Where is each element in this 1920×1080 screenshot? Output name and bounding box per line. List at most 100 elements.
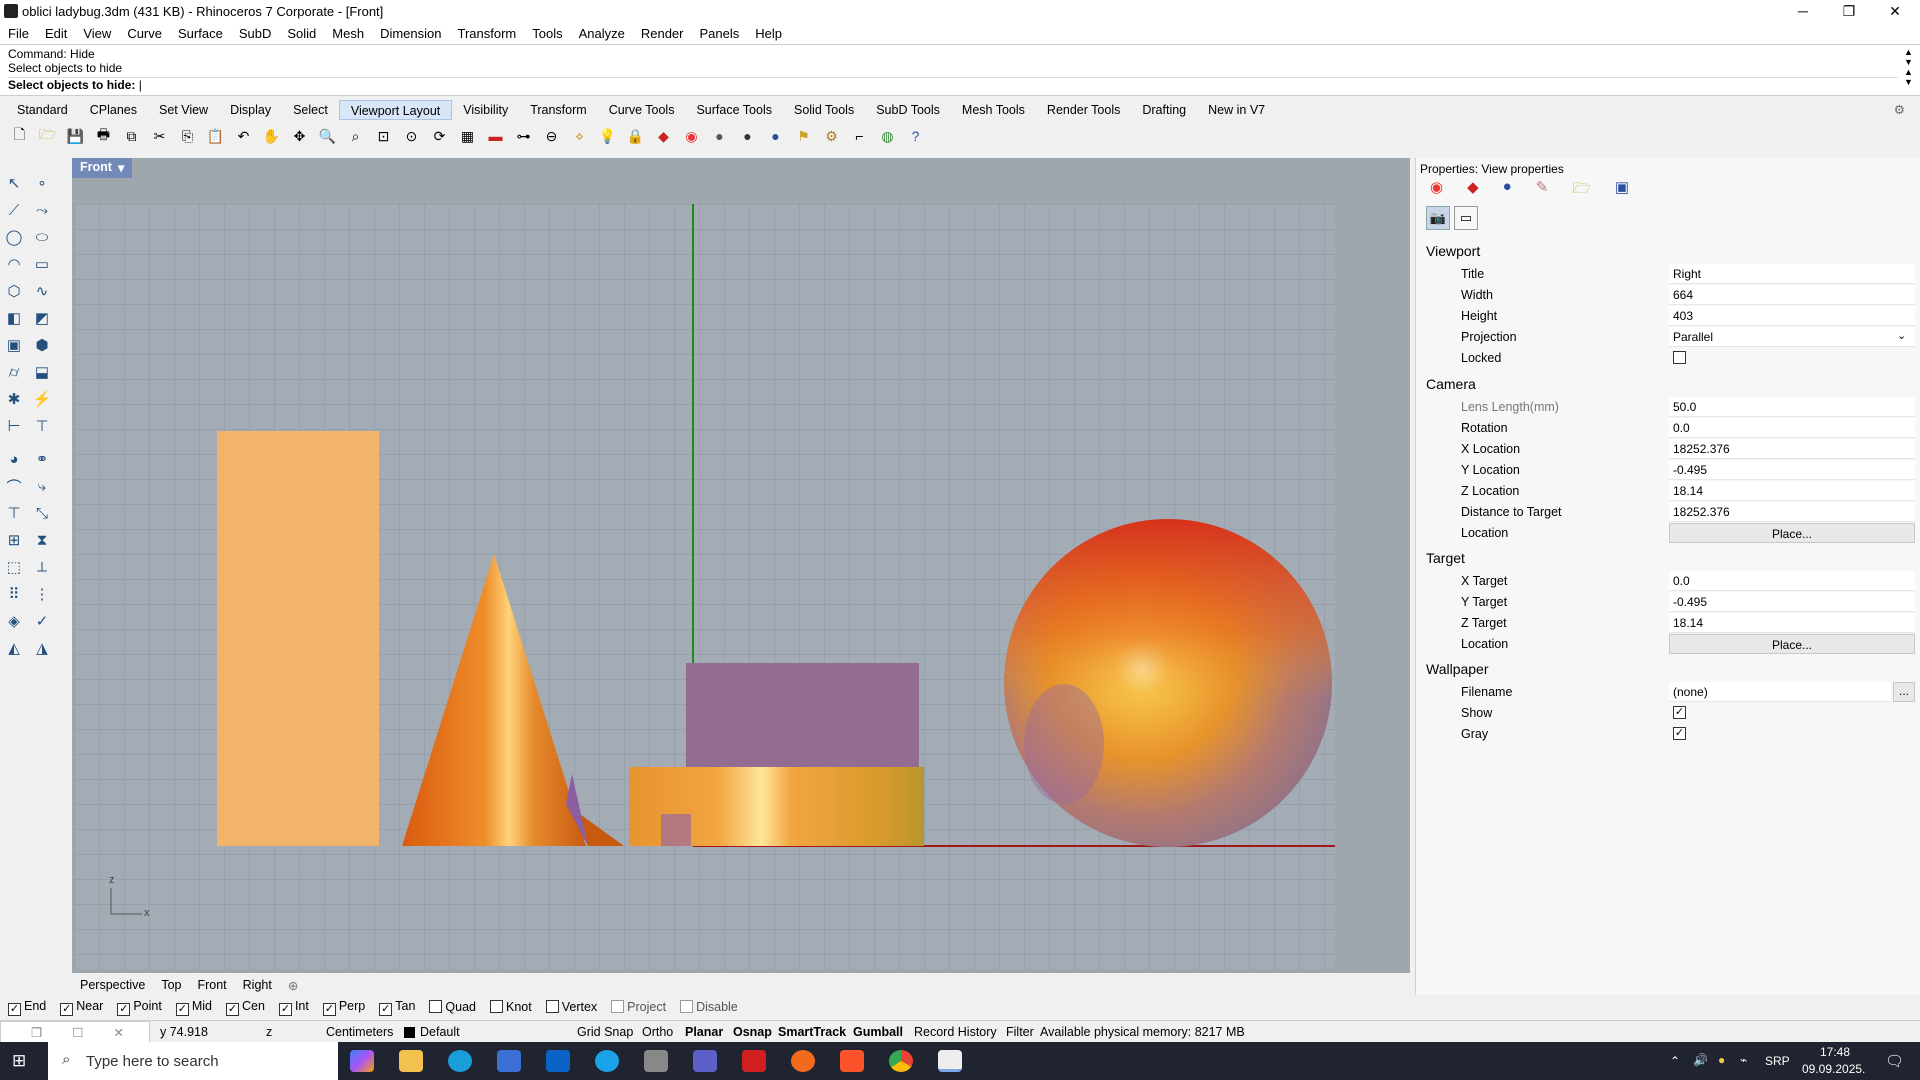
menu-mesh[interactable]: Mesh <box>324 26 372 41</box>
taskbar-search[interactable]: ⌕ Type here to search <box>48 1042 338 1080</box>
gear-icon[interactable]: ⚙ <box>1883 100 1916 120</box>
osnap-near[interactable]: ✓ Near <box>60 999 103 1016</box>
menu-help[interactable]: Help <box>747 26 790 41</box>
menu-transform[interactable]: Transform <box>449 26 524 41</box>
checkbox[interactable]: ✓ <box>8 1002 21 1016</box>
undo-icon[interactable]: ↶ <box>232 125 255 148</box>
viewport-tab-right[interactable]: Right <box>235 978 280 992</box>
lightbulb-icon[interactable]: 💡 <box>596 125 619 148</box>
new-icon[interactable]: 🗋 <box>8 125 31 148</box>
zoom-window-icon[interactable]: ⌕ <box>344 125 367 148</box>
help-icon[interactable]: ? <box>904 125 927 148</box>
freeform-icon[interactable]: ∿ <box>30 279 54 303</box>
filter-toggle[interactable]: Filter <box>1006 1025 1034 1039</box>
filename-field[interactable]: (none) <box>1669 682 1891 702</box>
tab-curve-tools[interactable]: Curve Tools <box>598 100 686 120</box>
solid-box-icon[interactable]: ⬚ <box>2 555 26 579</box>
layer-icon[interactable]: ◆ <box>652 125 675 148</box>
open-icon[interactable]: 🗁 <box>36 125 59 148</box>
clock-time[interactable]: 17:48 <box>1820 1045 1850 1059</box>
circle-icon[interactable]: ◯ <box>2 225 26 249</box>
osnap-project[interactable]: Project <box>611 1000 666 1014</box>
x-target-field[interactable]: 0.0 <box>1669 571 1915 591</box>
checkbox[interactable]: ✓ <box>226 1002 239 1016</box>
osnap-cen[interactable]: ✓ Cen <box>226 999 265 1016</box>
osnap-knot[interactable]: Knot <box>490 1000 532 1014</box>
rectangle-icon[interactable]: ▭ <box>30 252 54 276</box>
checkbox[interactable] <box>490 1000 503 1013</box>
checkbox[interactable]: ✓ <box>117 1002 131 1016</box>
menu-edit[interactable]: Edit <box>37 26 75 41</box>
menu-file[interactable]: File <box>0 26 37 41</box>
rotate-icon[interactable]: ✥ <box>288 125 311 148</box>
osnap-int[interactable]: ✓ Int <box>278 999 309 1016</box>
paste-icon[interactable]: 📋 <box>204 125 227 148</box>
gear-options-icon[interactable]: ⚙ <box>820 125 843 148</box>
app-icon[interactable] <box>644 1050 668 1072</box>
environment-tab-icon[interactable]: ● <box>1503 178 1512 203</box>
checkbox[interactable] <box>611 1000 625 1013</box>
checkbox[interactable] <box>545 1000 559 1013</box>
extrude-icon[interactable]: ⬓ <box>30 360 54 384</box>
tab-visibility[interactable]: Visibility <box>452 100 519 120</box>
ellipse-icon[interactable]: ⬭ <box>30 225 54 249</box>
teams-icon[interactable] <box>693 1050 717 1072</box>
tab-new-in-v7[interactable]: New in V7 <box>1197 100 1276 120</box>
y-target-field[interactable]: -0.495 <box>1669 592 1915 612</box>
tab-surface-tools[interactable]: Surface Tools <box>685 100 783 120</box>
solid-union-icon[interactable]: ⬢ <box>30 333 54 357</box>
file-explorer-icon[interactable] <box>399 1050 423 1072</box>
save-icon[interactable]: 💾 <box>64 125 87 148</box>
firefox-icon[interactable] <box>791 1050 815 1072</box>
tab-viewport-layout[interactable]: Viewport Layout <box>338 100 453 120</box>
chevron-down-icon[interactable]: ⌄ <box>1897 329 1906 342</box>
menu-dimension[interactable]: Dimension <box>372 26 449 41</box>
menu-surface[interactable]: Surface <box>170 26 231 41</box>
mesh-icon[interactable]: ✱ <box>2 387 26 411</box>
network-icon[interactable]: ⌁ <box>1740 1053 1747 1067</box>
menu-analyze[interactable]: Analyze <box>571 26 633 41</box>
outlook-icon[interactable] <box>546 1050 570 1072</box>
tab-select[interactable]: Select <box>282 100 339 120</box>
acrobat-icon[interactable] <box>742 1050 766 1072</box>
tab-mesh-tools[interactable]: Mesh Tools <box>951 100 1036 120</box>
color-wheel-icon[interactable]: ◉ <box>1430 178 1443 203</box>
tab-drafting[interactable]: Drafting <box>1131 100 1197 120</box>
close-button[interactable]: ✕ <box>1872 0 1918 22</box>
render-tool-icon[interactable]: ⚡ <box>30 387 54 411</box>
arc-icon[interactable]: ◠ <box>2 252 26 276</box>
height-field[interactable]: 403 <box>1669 306 1915 326</box>
copy-icon[interactable]: ⎘ <box>176 125 199 148</box>
volume-icon[interactable]: 🔊 <box>1693 1053 1708 1067</box>
checkbox[interactable]: ✓ <box>322 1002 336 1016</box>
light-icon[interactable]: ◮ <box>30 636 54 660</box>
shade-icon[interactable]: ● <box>708 125 731 148</box>
cylinder-icon[interactable]: ⌭ <box>2 360 26 384</box>
lamp-icon[interactable]: ⚑ <box>792 125 815 148</box>
point-icon[interactable]: ∘ <box>30 171 54 195</box>
chevron-down-icon[interactable]: ▾ <box>118 160 124 176</box>
brave-icon[interactable] <box>840 1050 864 1072</box>
loft-icon[interactable]: ◩ <box>30 306 54 330</box>
command-prompt[interactable]: Select objects to hide: | <box>8 77 1898 92</box>
restore-button[interactable]: ❐ <box>1826 0 1872 22</box>
mirror-icon[interactable]: ⧗ <box>30 528 54 552</box>
analyze-icon[interactable]: ◈ <box>2 609 26 633</box>
select-arrow-icon[interactable]: ↖ <box>2 171 26 195</box>
car-icon[interactable]: ▬ <box>484 125 507 148</box>
move-icon[interactable]: ⊤ <box>2 501 26 525</box>
y-location-field[interactable]: -0.495 <box>1669 460 1915 480</box>
image-tab-icon[interactable]: ▣ <box>1615 178 1629 203</box>
rotation-field[interactable]: 0.0 <box>1669 418 1915 438</box>
units-label[interactable]: Centimeters <box>326 1025 393 1039</box>
viewport-tab-top[interactable]: Top <box>153 978 189 992</box>
tab-solid-tools[interactable]: Solid Tools <box>783 100 865 120</box>
notifications-icon[interactable]: 🗨 <box>1885 1052 1904 1070</box>
four-views-icon[interactable]: ▦ <box>456 125 479 148</box>
dimension-icon[interactable]: ⌐ <box>848 125 871 148</box>
globe-icon[interactable]: ◍ <box>876 125 899 148</box>
tab-subd-tools[interactable]: SubD Tools <box>865 100 951 120</box>
store-icon[interactable] <box>497 1050 521 1072</box>
import-icon[interactable]: ⧉ <box>120 125 143 148</box>
clock-date[interactable]: 09.09.2025. <box>1802 1062 1865 1076</box>
